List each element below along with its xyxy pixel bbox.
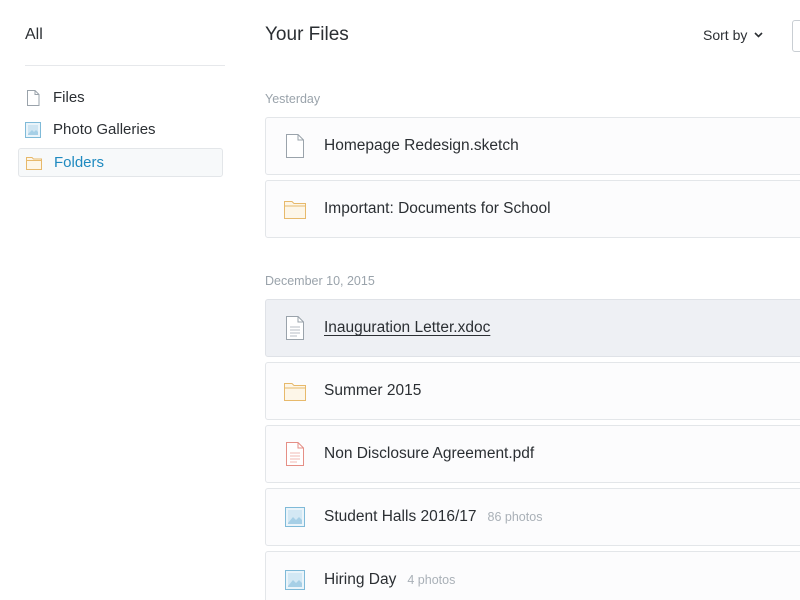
list-item[interactable]: Summer 2015 [265, 362, 800, 420]
list-item[interactable]: Hiring Day 4 photos [265, 551, 800, 600]
view-toggle-button[interactable] [792, 20, 800, 52]
chevron-down-icon [754, 32, 763, 38]
sidebar-item-label: Photo Galleries [53, 121, 156, 138]
item-name: Student Halls 2016/17 [324, 508, 477, 525]
file-icon [284, 134, 306, 158]
item-meta: 4 photos [407, 573, 456, 587]
item-name: Summer 2015 [324, 382, 422, 399]
folder-icon [284, 379, 306, 403]
sidebar-item-photo-galleries[interactable]: Photo Galleries [18, 116, 223, 143]
image-icon [284, 505, 306, 529]
sidebar-item-files[interactable]: Files [18, 84, 223, 111]
image-icon [25, 121, 41, 138]
page-title: Your Files [265, 24, 349, 45]
list-item[interactable]: Inauguration Letter.xdoc [265, 299, 800, 357]
list-item[interactable]: Non Disclosure Agreement.pdf [265, 425, 800, 483]
item-name: Inauguration Letter.xdoc [324, 319, 491, 336]
item-name: Non Disclosure Agreement.pdf [324, 445, 535, 462]
folder-icon [26, 155, 42, 171]
item-name: Homepage Redesign.sketch [324, 137, 519, 154]
document-icon [284, 316, 306, 340]
sidebar-divider [25, 65, 225, 66]
list-item[interactable]: Homepage Redesign.sketch [265, 117, 800, 175]
file-icon [25, 89, 41, 106]
section-label-yesterday: Yesterday [265, 92, 321, 106]
sidebar-all-link[interactable]: All [25, 26, 43, 44]
list-item[interactable]: Important: Documents for School [265, 180, 800, 238]
sidebar-item-label: Files [53, 89, 85, 106]
list-item[interactable]: Student Halls 2016/17 86 photos [265, 488, 800, 546]
sort-label: Sort by [703, 27, 748, 43]
item-meta: 86 photos [487, 510, 543, 524]
sidebar: All Files Photo Galleries Folders [0, 0, 240, 600]
sidebar-item-label: Folders [54, 154, 105, 171]
image-icon [284, 568, 306, 592]
folder-icon [284, 197, 306, 221]
file-browser: All Files Photo Galleries Folders Your F… [0, 0, 800, 600]
sidebar-item-folders[interactable]: Folders [18, 148, 223, 177]
section-label-december: December 10, 2015 [265, 274, 375, 288]
pdf-icon [284, 442, 306, 466]
item-name: Important: Documents for School [324, 200, 551, 217]
sort-dropdown[interactable]: Sort by [703, 27, 763, 43]
item-name: Hiring Day [324, 571, 397, 588]
